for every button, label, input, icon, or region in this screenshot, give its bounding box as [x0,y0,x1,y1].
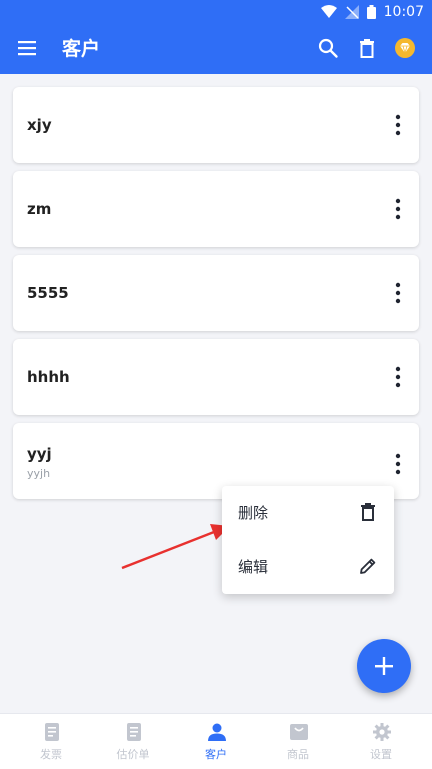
bottom-navigation: 发票 估价单 客户 商品 设置 [0,713,432,769]
customer-card[interactable]: xjy [13,87,419,163]
nav-label: 商品 [287,748,309,761]
wifi-icon [320,5,337,18]
customer-card[interactable]: hhhh [13,339,419,415]
more-options-icon[interactable] [395,113,401,137]
context-menu: 删除 编辑 [222,486,394,594]
customer-name: zm [27,200,52,218]
pencil-icon [360,558,376,574]
delete-label: 删除 [238,504,269,522]
nav-label: 发票 [40,748,62,761]
no-signal-icon [344,5,359,19]
battery-icon [366,5,376,19]
search-icon[interactable] [317,37,339,59]
nav-item-products[interactable]: 商品 [255,714,341,769]
product-icon [290,724,308,740]
nav-label: 客户 [205,748,227,761]
add-customer-button[interactable] [357,639,411,693]
nav-label: 设置 [370,748,392,761]
gear-icon [373,723,391,741]
estimate-icon [127,723,141,741]
customer-list: xjy zm 5555 hhhh yyj yyjh [13,87,419,507]
customer-name: xjy [27,116,52,134]
customer-name: 5555 [27,284,69,302]
person-icon [208,723,226,741]
plus-icon [375,657,393,675]
nav-label: 估价单 [116,748,150,761]
nav-item-invoice[interactable]: 发票 [8,714,94,769]
customer-card[interactable]: 5555 [13,255,419,331]
app-bar: 客户 [0,24,432,74]
more-options-icon[interactable] [395,452,401,476]
edit-label: 编辑 [238,558,269,576]
trash-icon [361,503,375,521]
trash-icon[interactable] [356,37,378,59]
edit-menu-item[interactable]: 编辑 [222,540,394,594]
customer-name: hhhh [27,368,70,386]
premium-diamond-icon[interactable] [394,37,416,59]
more-options-icon[interactable] [395,365,401,389]
nav-item-customers[interactable]: 客户 [173,714,259,769]
customer-subtitle: yyjh [27,467,51,480]
more-options-icon[interactable] [395,281,401,305]
status-time: 10:07 [383,4,424,20]
delete-menu-item[interactable]: 删除 [222,486,394,540]
status-bar: 10:07 [0,0,432,24]
invoice-icon [45,723,59,741]
customer-name: yyj [27,445,52,463]
nav-item-estimate[interactable]: 估价单 [90,714,176,769]
nav-item-settings[interactable]: 设置 [338,714,424,769]
page-title: 客户 [62,38,101,60]
more-options-icon[interactable] [395,197,401,221]
hamburger-menu-icon[interactable] [16,37,38,59]
customer-card[interactable]: zm [13,171,419,247]
